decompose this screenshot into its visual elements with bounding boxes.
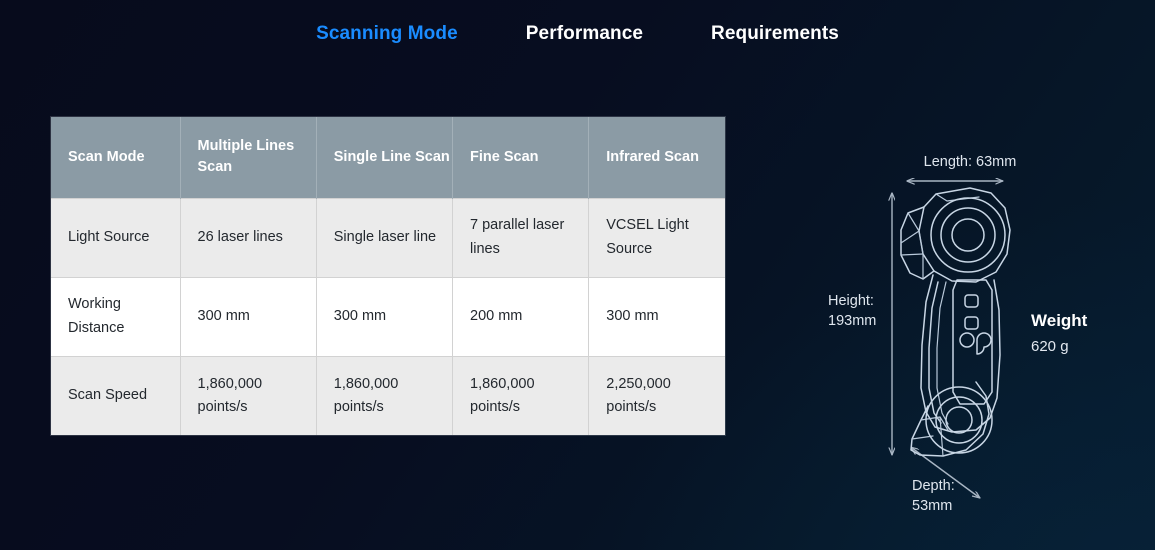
weight-value: 620 g — [1031, 338, 1069, 355]
height-label-line1: Height: — [828, 293, 874, 309]
depth-label-line2: 53mm — [912, 498, 952, 514]
scanner-body-left-strip-inner — [936, 281, 949, 425]
depth-label-line1: Depth: — [912, 478, 955, 494]
column-header-multiple-lines: Multiple Lines Scan — [180, 117, 317, 198]
cell-scan-speed-single: 1,860,000 points/s — [316, 355, 454, 435]
cell-light-source-infrared: VCSEL Light Source — [588, 197, 725, 277]
scanner-lens-inner-ring — [951, 218, 985, 252]
cell-light-source-multiple: 26 laser lines — [180, 197, 317, 277]
column-header-infrared-scan: Infrared Scan — [588, 117, 725, 198]
tab-requirements[interactable]: Requirements — [677, 0, 873, 68]
weight-title: Weight — [1031, 311, 1088, 330]
scanner-control-panel — [952, 279, 993, 405]
row-label-light-source: Light Source — [51, 197, 181, 277]
cell-scan-speed-fine: 1,860,000 points/s — [452, 355, 590, 435]
tab-bar: Scanning Mode Performance Requirements — [0, 0, 1155, 68]
scanner-bottom-lens-mid — [935, 396, 983, 444]
cell-working-distance-multiple: 300 mm — [180, 276, 317, 356]
scanner-dimension-diagram: Length: 63mm Height: 193mm Depth: 53mm W… — [800, 130, 1155, 540]
scanner-button-round-left — [959, 332, 975, 348]
scanner-wireframe — [900, 187, 1011, 457]
scanner-lens-mid-ring — [940, 207, 996, 263]
cell-scan-speed-infrared: 2,250,000 points/s — [588, 355, 725, 435]
table-row: Scan Speed 1,860,000 points/s 1,860,000 … — [51, 355, 725, 435]
scanner-button-square-mid — [964, 316, 979, 330]
length-label: Length: 63mm — [924, 154, 1017, 170]
scanner-bottom-lens-inner — [945, 406, 973, 434]
cell-working-distance-single: 300 mm — [316, 276, 454, 356]
tab-scanning-mode[interactable]: Scanning Mode — [282, 0, 492, 68]
cell-light-source-single: Single laser line — [316, 197, 454, 277]
scan-mode-spec-table: Scan Mode Multiple Lines Scan Single Lin… — [51, 117, 725, 435]
row-label-scan-speed: Scan Speed — [51, 355, 181, 435]
scanner-button-round-right — [976, 332, 992, 355]
tab-performance[interactable]: Performance — [492, 0, 677, 68]
table-row: Light Source 26 laser lines Single laser… — [51, 197, 725, 277]
column-header-single-line: Single Line Scan — [316, 117, 454, 198]
cell-working-distance-infrared: 300 mm — [588, 276, 725, 356]
scanner-lens-outer-ring — [930, 197, 1006, 273]
scanner-head-facet-edge-2 — [900, 253, 924, 256]
cell-working-distance-fine: 200 mm — [452, 276, 590, 356]
table-row: Working Distance 300 mm 300 mm 200 mm 30… — [51, 276, 725, 356]
cell-light-source-fine: 7 parallel laser lines — [452, 197, 590, 277]
column-header-scan-mode: Scan Mode — [51, 117, 181, 198]
cell-scan-speed-multiple: 1,860,000 points/s — [180, 355, 317, 435]
scanner-head-outline — [918, 187, 1011, 283]
scanner-head-left-facet — [900, 206, 935, 280]
scanner-button-square-top — [964, 294, 979, 308]
scanner-bottom-pod-facet-1 — [920, 416, 949, 431]
row-label-working-distance: Working Distance — [51, 276, 181, 356]
height-label-line2: 193mm — [828, 313, 876, 329]
column-header-fine-scan: Fine Scan — [452, 117, 590, 198]
table-header-row: Scan Mode Multiple Lines Scan Single Lin… — [51, 117, 725, 198]
scanner-head-facet-edge-3 — [900, 230, 920, 244]
